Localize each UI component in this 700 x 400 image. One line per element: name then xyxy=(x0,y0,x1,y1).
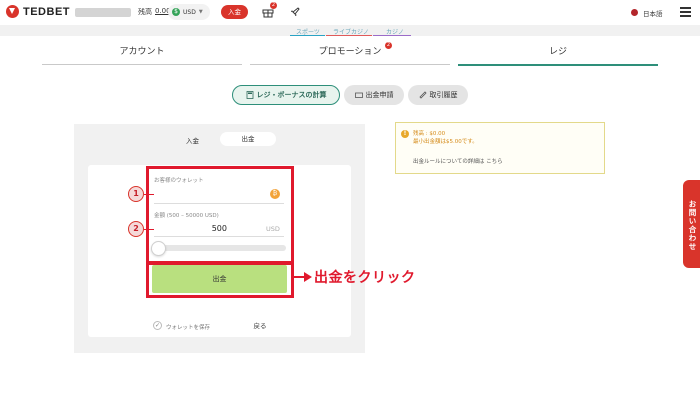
logo-text: TEDBET xyxy=(23,5,70,18)
withdraw-toggle[interactable]: 出金 xyxy=(220,132,276,146)
header-deposit-button[interactable]: 入金 xyxy=(221,5,248,19)
subnav-underline-sports xyxy=(290,35,325,36)
deposit-toggle[interactable]: 入金 xyxy=(186,135,199,145)
annotation-connector-2 xyxy=(144,229,154,230)
gift-badge: 2 xyxy=(270,2,277,9)
tab-promotion-underline xyxy=(250,64,450,65)
back-button[interactable]: 戻る xyxy=(234,318,286,335)
japan-flag-icon xyxy=(631,9,638,16)
save-wallet-label: ウォレットを保存 xyxy=(166,325,211,331)
save-wallet-checkbox[interactable]: ✓ xyxy=(153,321,162,330)
tab-cashier-underline xyxy=(458,64,658,66)
info-warning-icon: ! xyxy=(401,130,409,138)
language-selector[interactable]: 日本語 xyxy=(643,8,663,18)
promotion-badge: 2 xyxy=(385,42,392,49)
annotation-fields-box xyxy=(146,166,294,264)
tab-account[interactable]: アカウント xyxy=(42,44,242,57)
tedbet-logo-icon xyxy=(6,5,19,18)
tedbet-logo[interactable]: TEDBET xyxy=(6,5,70,18)
currency-label: USD xyxy=(183,8,196,16)
tab-cashier[interactable]: レジ xyxy=(458,44,658,57)
contact-tab-label: お問い合わせ xyxy=(688,200,697,251)
annotation-step-1: 1 xyxy=(128,186,144,202)
pill-cashier-bonus-calc[interactable]: レジ・ボーナスの計算 xyxy=(232,85,340,105)
tab-account-underline xyxy=(42,64,242,65)
rocket-icon[interactable] xyxy=(289,6,301,18)
annotation-button-box xyxy=(146,262,294,298)
calculator-icon xyxy=(246,91,253,99)
usd-coin-icon: $ xyxy=(172,8,180,16)
username-blurred xyxy=(75,8,131,17)
annotation-arrow-icon xyxy=(304,272,312,282)
hamburger-menu-icon[interactable] xyxy=(680,7,691,17)
tab-promotion[interactable]: プロモーション xyxy=(250,44,450,57)
subnav-underline-casino xyxy=(373,35,411,36)
pill-transaction-history[interactable]: 取引履歴 xyxy=(408,85,468,105)
balance-label: 残高 xyxy=(138,8,152,16)
annotation-connector-1 xyxy=(144,194,154,195)
annotation-step-2: 2 xyxy=(128,221,144,237)
annotation-instruction: 出金をクリック xyxy=(314,270,416,286)
subnav-underline-live-casino xyxy=(326,35,372,36)
pill-withdraw-request[interactable]: 出金申請 xyxy=(344,85,404,105)
pill-label: 取引履歴 xyxy=(429,91,458,99)
currency-selector[interactable]: $ USD ▼ xyxy=(168,4,210,20)
chevron-down-icon: ▼ xyxy=(198,9,203,15)
history-icon xyxy=(418,91,427,99)
info-balance: 残高 : $0.00 xyxy=(413,131,446,137)
pill-label: 出金申請 xyxy=(365,91,394,99)
pill-label: レジ・ボーナスの計算 xyxy=(256,91,327,99)
info-min-withdraw: 最小出金額は$5.00です。 xyxy=(413,139,478,145)
wallet-icon xyxy=(354,92,363,98)
info-withdraw-rules-link[interactable]: 出金ルールについての詳細は こちら xyxy=(413,157,503,165)
